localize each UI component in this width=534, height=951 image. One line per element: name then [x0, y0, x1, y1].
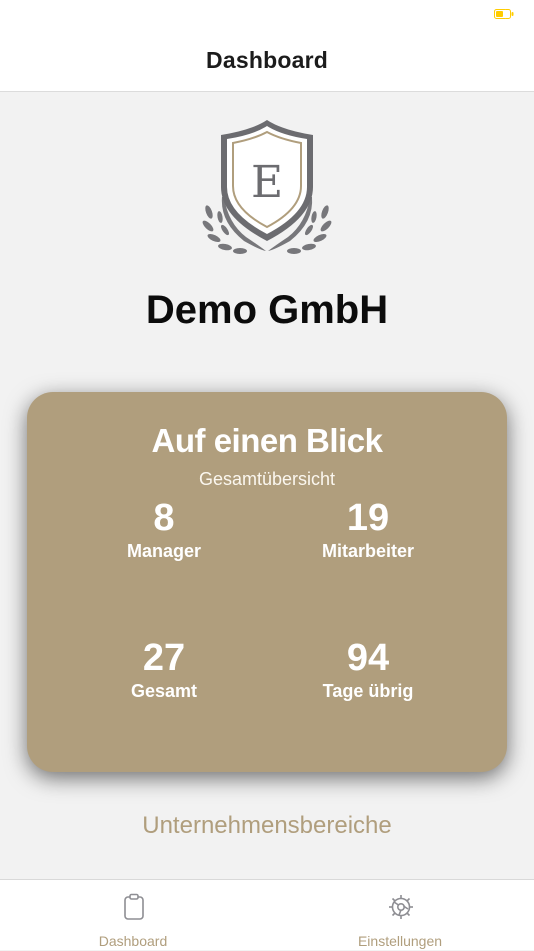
stat-value: 94: [346, 637, 390, 679]
tab-settings[interactable]: Einstellungen: [320, 880, 480, 951]
status-bar: [0, 0, 534, 30]
clipboard-icon: [124, 893, 144, 920]
stat-days-left: 94 Tage übrig: [268, 638, 468, 702]
tab-label: Dashboard: [98, 933, 168, 949]
stat-label: Tage übrig: [322, 681, 414, 701]
stat-value: 19: [346, 497, 390, 539]
card-title: Auf einen Blick: [151, 422, 383, 459]
stat-value: 27: [142, 637, 186, 679]
section-heading: Unternehmensbereiche: [142, 812, 392, 839]
stat-label: Manager: [126, 541, 202, 561]
svg-text:E: E: [251, 157, 283, 208]
navigation-bar: Dashboard: [0, 30, 534, 92]
stat-managers: 8 Manager: [64, 498, 264, 562]
company-logo: E: [200, 117, 334, 259]
stat-value: 8: [153, 497, 175, 539]
company-crest-icon: E: [202, 120, 332, 254]
stat-label: Mitarbeiter: [321, 541, 415, 561]
tab-dashboard[interactable]: Dashboard: [53, 880, 213, 951]
gear-icon: [389, 895, 413, 919]
page-title: Dashboard: [206, 47, 328, 73]
battery-icon: [494, 9, 514, 19]
tab-bar: Dashboard Einstellungen: [0, 879, 534, 950]
stat-total: 27 Gesamt: [64, 638, 264, 702]
stat-employees: 19 Mitarbeiter: [268, 498, 468, 562]
company-name: Demo GmbH: [145, 288, 389, 332]
card-subtitle: Gesamtübersicht: [198, 469, 336, 489]
tab-label: Einstellungen: [357, 933, 443, 949]
stat-label: Gesamt: [130, 681, 198, 701]
overview-card: Auf einen Blick Gesamtübersicht 8 Manage…: [27, 392, 507, 772]
